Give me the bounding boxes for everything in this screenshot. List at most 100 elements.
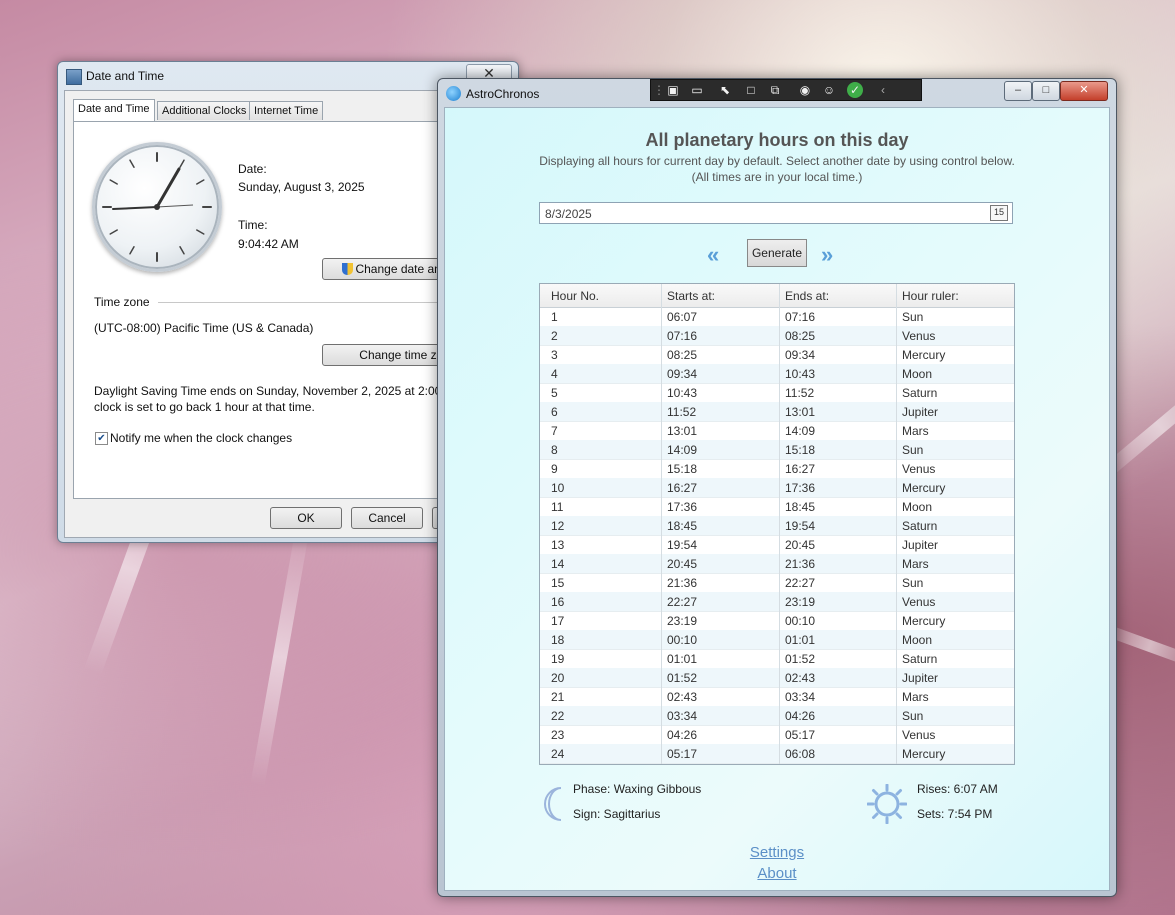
notify-checkbox[interactable]: ✔ <box>95 432 108 445</box>
cursor-icon[interactable]: ⬉ <box>717 82 733 98</box>
close-button[interactable]: ✕ <box>1060 81 1108 101</box>
grip-icon[interactable]: ⋮ <box>653 82 665 98</box>
table-row[interactable]: 14 20:45 21:36 Mars <box>540 554 1014 574</box>
screen-record-icon[interactable]: ▣ <box>665 82 681 98</box>
hour-ruler-cell: Mars <box>902 557 929 571</box>
table-row[interactable]: 13 19:54 20:45 Jupiter <box>540 535 1014 555</box>
column-header-hour-no[interactable]: Hour No. <box>551 289 599 303</box>
double-chevron-right-icon: » <box>821 242 834 267</box>
planetary-hours-table: Hour No. Starts at: Ends at: Hour ruler:… <box>539 283 1015 765</box>
check-icon[interactable]: ✓ <box>847 82 863 98</box>
collapse-icon[interactable]: ‹ <box>875 82 891 98</box>
table-row[interactable]: 22 03:34 04:26 Sun <box>540 706 1014 726</box>
column-divider <box>779 284 780 764</box>
camera-icon[interactable]: ▭ <box>689 82 705 98</box>
about-link[interactable]: About <box>445 865 1109 882</box>
table-row[interactable]: 24 05:17 06:08 Mercury <box>540 744 1014 764</box>
moon-phase: Phase: Waxing Gibbous <box>573 782 702 796</box>
hour-number-cell: 14 <box>551 557 565 571</box>
wallpaper-streak <box>250 527 310 787</box>
calendar-icon[interactable]: 15 <box>990 205 1008 221</box>
date-picker-input[interactable]: 8/3/2025 15 <box>539 202 1013 224</box>
start-time-cell: 06:07 <box>667 310 698 324</box>
table-row[interactable]: 9 15:18 16:27 Venus <box>540 459 1014 479</box>
maximize-button[interactable]: □ <box>1032 81 1060 101</box>
hour-ruler-cell: Mercury <box>902 348 946 362</box>
hour-number-cell: 4 <box>551 367 558 381</box>
table-row[interactable]: 15 21:36 22:27 Sun <box>540 573 1014 593</box>
tab-additional-clocks[interactable]: Additional Clocks <box>157 101 252 120</box>
table-row[interactable]: 11 17:36 18:45 Moon <box>540 497 1014 517</box>
window-title: AstroChronos <box>466 87 540 101</box>
minimize-button[interactable]: – <box>1004 81 1032 101</box>
start-time-cell: 01:52 <box>667 671 698 685</box>
start-time-cell: 05:17 <box>667 747 698 761</box>
start-time-cell: 11:52 <box>667 405 697 419</box>
end-time-cell: 19:54 <box>785 519 816 533</box>
generate-button[interactable]: Generate <box>747 239 807 267</box>
hour-number-cell: 23 <box>551 728 565 742</box>
ok-button[interactable]: OK <box>270 507 342 529</box>
table-row[interactable]: 8 14:09 15:18 Sun <box>540 440 1014 460</box>
hour-ruler-cell: Moon <box>902 633 933 647</box>
hour-ruler-cell: Venus <box>902 462 936 476</box>
column-header-starts-at[interactable]: Starts at: <box>667 289 715 303</box>
audio-icon[interactable]: ◉ <box>797 82 813 98</box>
table-row[interactable]: 6 11:52 13:01 Jupiter <box>540 402 1014 422</box>
start-time-cell: 17:36 <box>667 500 698 514</box>
table-row[interactable]: 4 09:34 10:43 Moon <box>540 364 1014 384</box>
uac-shield-icon <box>342 263 354 275</box>
accessibility-icon[interactable]: ☺ <box>821 82 837 98</box>
about-link-text[interactable]: About <box>757 865 796 882</box>
table-row[interactable]: 23 04:26 05:17 Venus <box>540 725 1014 745</box>
table-row[interactable]: 21 02:43 03:34 Mars <box>540 687 1014 707</box>
previous-day-button[interactable]: « <box>707 242 720 268</box>
sun-icon <box>867 784 907 824</box>
tab-date-and-time[interactable]: Date and Time <box>73 99 155 121</box>
hour-ruler-cell: Saturn <box>902 652 938 666</box>
hour-number-cell: 20 <box>551 671 565 685</box>
table-row[interactable]: 1 06:07 07:16 Sun <box>540 307 1014 327</box>
end-time-cell: 06:08 <box>785 747 816 761</box>
end-time-cell: 02:43 <box>785 671 816 685</box>
cancel-button[interactable]: Cancel <box>351 507 423 529</box>
end-time-cell: 07:16 <box>785 310 816 324</box>
start-time-cell: 14:09 <box>667 443 698 457</box>
hour-ruler-cell: Venus <box>902 595 936 609</box>
column-header-hour-ruler[interactable]: Hour ruler: <box>902 289 959 303</box>
settings-link-text[interactable]: Settings <box>750 844 804 861</box>
hour-ruler-cell: Saturn <box>902 519 938 533</box>
table-row[interactable]: 10 16:27 17:36 Mercury <box>540 478 1014 498</box>
hour-ruler-cell: Sun <box>902 310 924 324</box>
hour-ruler-cell: Mercury <box>902 747 946 761</box>
start-time-cell: 04:26 <box>667 728 698 742</box>
hour-ruler-cell: Moon <box>902 500 933 514</box>
subtitle-line2: (All times are in your local time.) <box>691 170 863 184</box>
tab-internet-time[interactable]: Internet Time <box>249 101 324 120</box>
window-capture-icon[interactable]: ⧉ <box>767 82 783 98</box>
table-row[interactable]: 19 01:01 01:52 Saturn <box>540 649 1014 669</box>
hour-number-cell: 12 <box>551 519 565 533</box>
table-row[interactable]: 5 10:43 11:52 Saturn <box>540 383 1014 403</box>
time-label: Time: <box>238 218 268 232</box>
end-time-cell: 08:25 <box>785 329 816 343</box>
start-time-cell: 08:25 <box>667 348 698 362</box>
settings-link[interactable]: Settings <box>445 844 1109 861</box>
table-row[interactable]: 18 00:10 01:01 Moon <box>540 630 1014 650</box>
table-row[interactable]: 2 07:16 08:25 Venus <box>540 326 1014 346</box>
region-icon[interactable]: □ <box>743 82 759 98</box>
column-header-ends-at[interactable]: Ends at: <box>785 289 829 303</box>
table-row[interactable]: 20 01:52 02:43 Jupiter <box>540 668 1014 688</box>
window-title: Date and Time <box>86 69 165 83</box>
end-time-cell: 04:26 <box>785 709 816 723</box>
start-time-cell: 20:45 <box>667 557 698 571</box>
hour-ruler-cell: Sun <box>902 709 924 723</box>
next-day-button[interactable]: » <box>821 242 834 268</box>
table-row[interactable]: 7 13:01 14:09 Mars <box>540 421 1014 441</box>
table-row[interactable]: 3 08:25 09:34 Mercury <box>540 345 1014 365</box>
table-row[interactable]: 16 22:27 23:19 Venus <box>540 592 1014 612</box>
table-row[interactable]: 17 23:19 00:10 Mercury <box>540 611 1014 631</box>
end-time-cell: 22:27 <box>785 576 816 590</box>
date-value: Sunday, August 3, 2025 <box>238 180 365 194</box>
table-row[interactable]: 12 18:45 19:54 Saturn <box>540 516 1014 536</box>
